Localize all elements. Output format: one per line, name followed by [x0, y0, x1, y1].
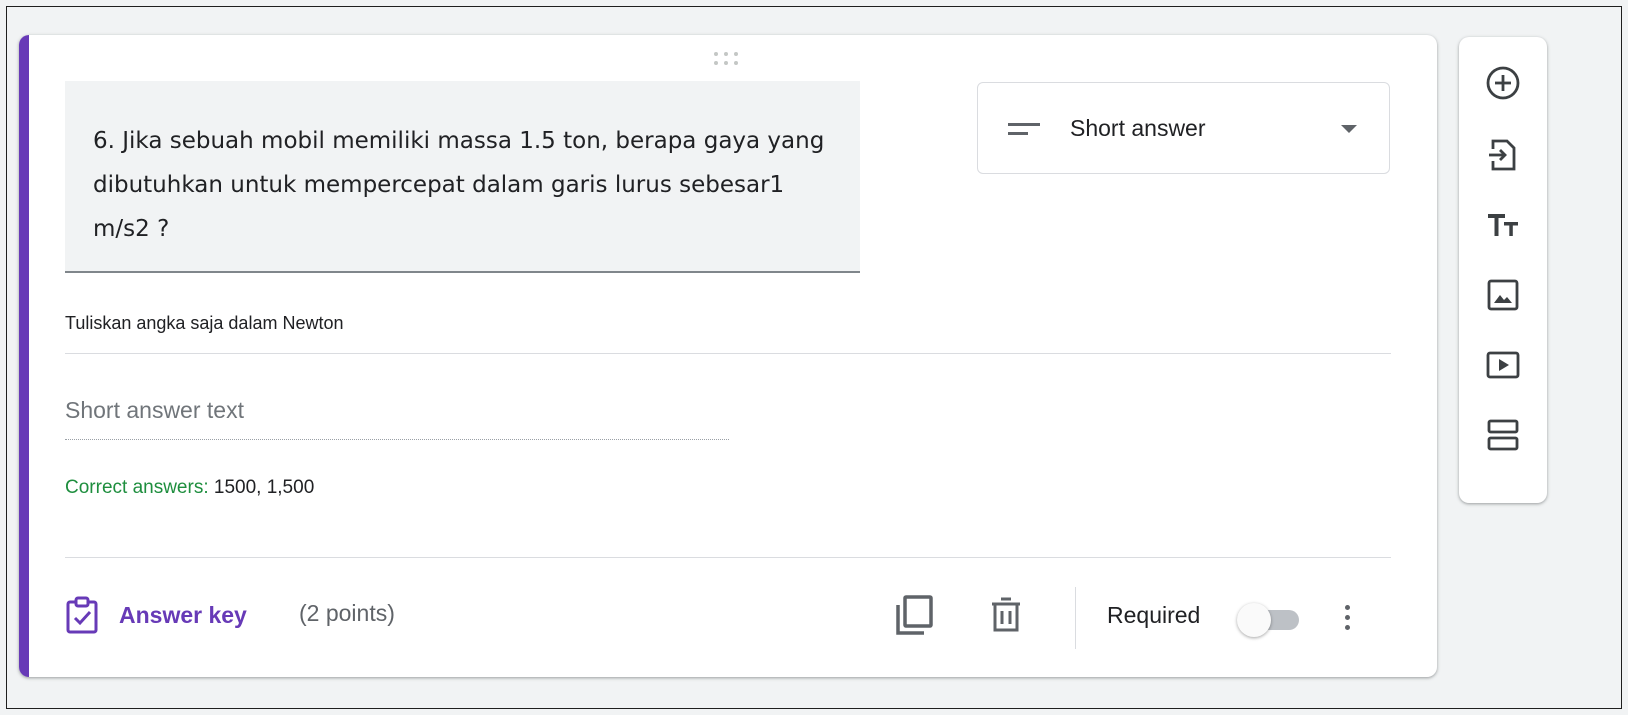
add-question-icon [1486, 66, 1520, 100]
delete-button[interactable] [984, 593, 1028, 637]
toggle-thumb [1237, 603, 1271, 637]
add-section-button[interactable] [1481, 413, 1525, 457]
required-toggle[interactable] [1237, 601, 1307, 637]
add-title-button[interactable] [1481, 203, 1525, 247]
add-video-icon [1486, 351, 1520, 379]
short-answer-icon [1008, 123, 1040, 135]
question-card[interactable]: 6. Jika sebuah mobil memiliki massa 1.5 … [19, 35, 1437, 677]
add-image-icon [1487, 279, 1519, 311]
more-options-icon[interactable] [1331, 595, 1363, 639]
correct-answers-label: Correct answers: [65, 477, 209, 498]
description-underline [65, 353, 1391, 354]
answer-key-button[interactable]: Answer key [65, 593, 247, 637]
points-value: (2 points) [299, 600, 395, 626]
duplicate-button[interactable] [892, 593, 936, 637]
chevron-down-icon [1341, 125, 1357, 133]
question-type-dropdown[interactable]: Short answer [977, 82, 1390, 174]
add-image-button[interactable] [1481, 273, 1525, 317]
footer-divider [65, 557, 1391, 558]
clipboard-check-icon [66, 596, 98, 634]
floating-toolbar [1459, 37, 1547, 503]
add-title-icon [1488, 214, 1518, 236]
footer-vertical-divider [1075, 587, 1076, 649]
question-title: 6. Jika sebuah mobil memiliki massa 1.5 … [93, 128, 825, 242]
import-questions-button[interactable] [1481, 133, 1525, 177]
required-label: Required [1107, 602, 1201, 628]
add-question-button[interactable] [1481, 61, 1525, 105]
add-video-button[interactable] [1481, 343, 1525, 387]
active-card-accent [19, 35, 29, 677]
answer-key-label: Answer key [119, 601, 247, 628]
import-questions-icon [1489, 139, 1516, 171]
copy-icon [896, 595, 933, 635]
question-description[interactable]: Tuliskan angka saja dalam Newton [65, 313, 343, 334]
short-answer-placeholder: Short answer text [65, 397, 244, 423]
question-type-label: Short answer [1070, 115, 1206, 141]
add-section-icon [1487, 419, 1519, 451]
drag-handle-icon[interactable] [709, 49, 743, 67]
question-title-field[interactable]: 6. Jika sebuah mobil memiliki massa 1.5 … [65, 81, 860, 273]
correct-answers-value: 1500, 1,500 [213, 477, 315, 498]
form-editor: 6. Jika sebuah mobil memiliki massa 1.5 … [6, 6, 1622, 709]
trash-icon [992, 597, 1020, 632]
correct-answers: Correct answers: 1500, 1,500 [65, 477, 314, 499]
short-answer-underline [65, 439, 729, 440]
